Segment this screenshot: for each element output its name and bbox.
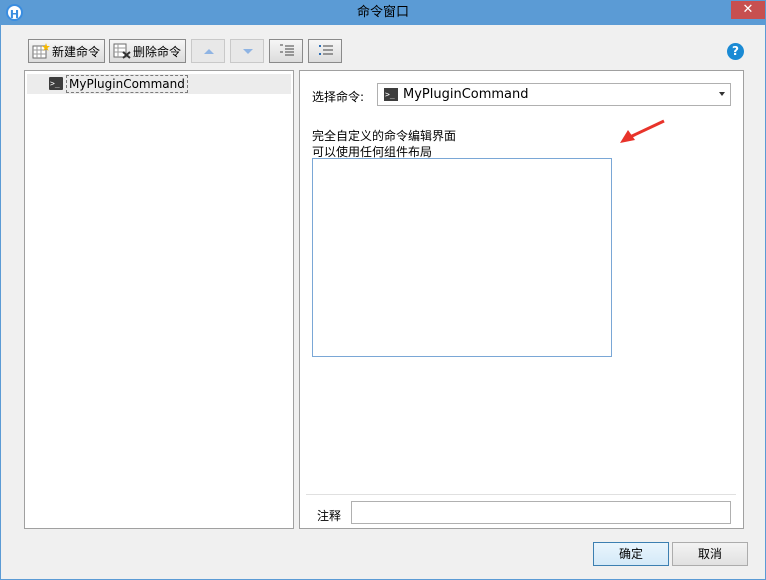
delete-command-icon: [113, 43, 131, 59]
cancel-button[interactable]: 取消: [672, 542, 748, 566]
select-command-label: 选择命令:: [312, 90, 365, 104]
ok-button[interactable]: 确定: [593, 542, 669, 566]
chevron-down-icon: [719, 92, 725, 96]
red-arrow-icon: [620, 119, 665, 143]
note-label: 注释: [317, 509, 342, 523]
move-up-icon: [204, 49, 214, 54]
custom-layout-area[interactable]: [312, 158, 612, 357]
help-icon[interactable]: ?: [727, 43, 744, 60]
close-button[interactable]: ✕: [731, 1, 765, 19]
move-down-icon: [243, 49, 253, 54]
new-command-icon: [32, 43, 50, 59]
command-editor-panel: 选择命令: >_ MyPluginCommand 完全自定义的命令编辑界面 可以…: [299, 70, 744, 529]
terminal-icon: >_: [49, 77, 63, 90]
delete-command-label: 删除命令: [133, 44, 182, 59]
command-window: H 命令窗口 ✕ 新建命令 删除命令 ? >_ MyPluginCommand …: [0, 0, 766, 580]
outdent-button[interactable]: [308, 39, 342, 63]
move-down-button[interactable]: [230, 39, 264, 63]
new-command-button[interactable]: 新建命令: [28, 39, 105, 63]
move-up-button[interactable]: [191, 39, 225, 63]
description-line-1: 完全自定义的命令编辑界面: [312, 129, 457, 143]
divider: [306, 494, 736, 495]
outdent-icon: [319, 45, 333, 55]
note-input[interactable]: [351, 501, 731, 524]
tree-item-label: MyPluginCommand: [66, 75, 188, 93]
indent-button[interactable]: [269, 39, 303, 63]
command-select[interactable]: >_ MyPluginCommand: [377, 83, 731, 106]
tree-item[interactable]: >_ MyPluginCommand: [27, 74, 291, 94]
terminal-icon: >_: [384, 88, 398, 101]
new-command-label: 新建命令: [52, 44, 101, 59]
delete-command-button[interactable]: 删除命令: [109, 39, 186, 63]
command-select-value: MyPluginCommand: [403, 87, 529, 102]
title-bar[interactable]: H 命令窗口 ✕: [1, 1, 765, 25]
indent-icon: [280, 44, 294, 56]
command-tree-panel: >_ MyPluginCommand: [24, 70, 294, 529]
window-title: 命令窗口: [356, 5, 409, 20]
